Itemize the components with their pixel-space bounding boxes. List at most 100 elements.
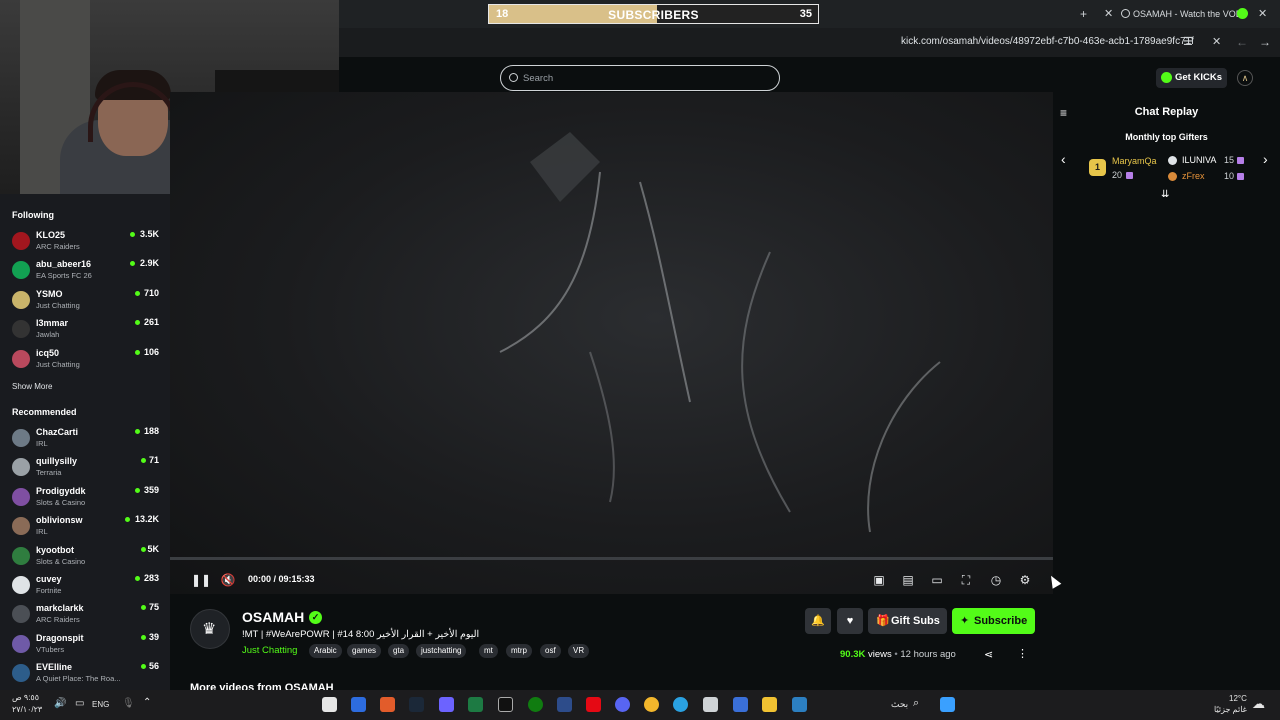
gifter-name[interactable]: ILUNIVA xyxy=(1182,155,1216,165)
taskbar-app-icon[interactable] xyxy=(557,697,572,712)
follow-heart-button[interactable]: ♥ xyxy=(837,608,863,634)
channel-category: Terraria xyxy=(36,468,62,478)
sidebar-channel-item[interactable]: Dragonspit VTubers 39 xyxy=(0,631,170,660)
clear-url-icon[interactable]: ✕ xyxy=(1212,35,1221,48)
volume-icon[interactable]: 🔊 xyxy=(54,698,66,709)
taskbar-app-icon[interactable] xyxy=(322,697,337,712)
sidebar-channel-item[interactable]: oblivionsw IRL 13.2K xyxy=(0,513,170,542)
star-icon: ✦ xyxy=(960,615,970,627)
close-tab-icon[interactable]: ✕ xyxy=(1104,7,1113,20)
channel-name: kyootbot xyxy=(36,544,74,555)
tag[interactable]: osf xyxy=(540,644,561,658)
network-icon[interactable]: ▭ xyxy=(75,698,84,709)
clip-icon[interactable]: ▤ xyxy=(900,572,916,588)
fullscreen-icon[interactable]: ⛶ xyxy=(958,572,974,588)
sidebar-channel-item[interactable]: KLO25 ARC Raiders 3.5K xyxy=(0,228,170,257)
share-icon[interactable]: ⋖ xyxy=(984,648,993,661)
get-kicks-button[interactable]: Get KICKs xyxy=(1156,68,1227,88)
channel-name: ChazCarti xyxy=(36,427,79,437)
new-tab-icon[interactable]: + xyxy=(1080,7,1087,21)
sidebar-channel-item[interactable]: abu_abeer16 EA Sports FC 26 2.9K xyxy=(0,257,170,286)
channel-category: Just Chatting xyxy=(36,359,80,369)
taskbar-search-icon[interactable]: ⌕ xyxy=(913,697,919,710)
sidebar-channel-item[interactable]: cuvey Fortnite 283 xyxy=(0,572,170,601)
taskbar-app-icon[interactable] xyxy=(498,697,513,712)
sidebar-channel-item[interactable]: icq50 Just Chatting 106 xyxy=(0,346,170,375)
notification-bell-button[interactable]: 🔔 xyxy=(805,608,831,634)
theater-mode-icon[interactable]: ▭ xyxy=(929,572,945,588)
netflix-icon[interactable] xyxy=(586,697,601,712)
channel-category: Slots & Casino xyxy=(36,497,86,507)
subscriber-goal: 35 xyxy=(799,8,812,20)
xbox-icon[interactable] xyxy=(528,697,543,712)
video-player[interactable] xyxy=(170,92,1053,594)
channel-name: cuvey xyxy=(36,574,62,584)
excel-icon[interactable] xyxy=(468,697,483,712)
taskbar-app-icon[interactable] xyxy=(380,697,395,712)
settings-gear-icon[interactable]: ⚙ xyxy=(1017,572,1033,588)
pause-icon[interactable]: ❚❚ xyxy=(191,572,211,588)
forward-arrow-icon[interactable]: → xyxy=(1259,35,1271,49)
gifter-name[interactable]: zFrex xyxy=(1182,171,1205,181)
taskbar-search-label[interactable]: بحث xyxy=(891,699,908,710)
tag[interactable]: Arabic xyxy=(309,644,342,658)
file-explorer-icon[interactable] xyxy=(762,697,777,712)
tag[interactable]: mtrp xyxy=(506,644,532,658)
search-input[interactable]: Search xyxy=(500,65,780,91)
sidebar-channel-item[interactable]: ChazCarti IRL 188 xyxy=(0,425,170,454)
taskbar-app-icon[interactable] xyxy=(792,697,807,712)
store-icon[interactable] xyxy=(703,697,718,712)
taskbar-app-icon[interactable] xyxy=(351,697,366,712)
viewer-count: 106 xyxy=(143,346,159,357)
reader-mode-icon[interactable]: ☰ xyxy=(1183,35,1193,48)
back-arrow-icon[interactable]: ← xyxy=(1236,35,1248,49)
mute-icon[interactable]: 🔇 xyxy=(220,572,236,588)
sidebar-channel-item[interactable]: EVElline A Quiet Place: The Roa... 56 xyxy=(0,660,170,689)
gifters-next-icon[interactable]: › xyxy=(1263,151,1268,167)
following-title: Following xyxy=(12,210,54,220)
playback-speed-icon[interactable]: ◷ xyxy=(988,572,1004,588)
tag[interactable]: games xyxy=(347,644,382,658)
close-window-icon[interactable]: ✕ xyxy=(1258,7,1267,20)
chat-replay-title: Chat Replay xyxy=(1134,106,1199,118)
steam-icon[interactable] xyxy=(409,697,424,712)
windows-start-icon[interactable] xyxy=(940,697,955,712)
tag[interactable]: justchatting xyxy=(416,644,467,658)
tag[interactable]: gta xyxy=(388,644,410,658)
sidebar-channel-item[interactable]: kyootbot Slots & Casino 5K xyxy=(0,543,170,572)
video-frame xyxy=(499,132,941,533)
sidebar-channel-item[interactable]: markclarkk ARC Raiders 75 xyxy=(0,601,170,630)
language-indicator[interactable]: ENG xyxy=(92,700,109,709)
channel-name[interactable]: OSAMAH xyxy=(242,609,304,625)
expand-gifters-icon[interactable]: ⇊ xyxy=(1161,189,1169,200)
more-options-icon[interactable]: ⋮ xyxy=(1017,647,1028,660)
video-progress-bar[interactable] xyxy=(170,557,1053,560)
tag[interactable]: VR xyxy=(568,644,590,658)
category-link[interactable]: Just Chatting xyxy=(242,645,297,656)
sidebar-channel-item[interactable]: YSMO Just Chatting 710 xyxy=(0,287,170,316)
live-dot-icon xyxy=(135,429,141,434)
channel-name: markclarkk xyxy=(36,603,84,614)
url-field[interactable]: kick.com/osamah/videos/48972ebf-c7b0-463… xyxy=(901,36,1194,47)
sidebar-channel-item[interactable]: quillysilly Terraria 71 xyxy=(0,454,170,483)
subscribe-button[interactable]: ✦ Subscribe xyxy=(952,608,1035,634)
gifters-prev-icon[interactable]: ‹ xyxy=(1061,151,1066,167)
show-more-link[interactable]: Show More xyxy=(12,382,52,391)
tray-expand-icon[interactable]: ⌃ xyxy=(143,697,151,708)
channel-avatar[interactable]: ♛ xyxy=(190,609,230,649)
chrome-icon[interactable] xyxy=(644,697,659,712)
browser-tab-title[interactable]: OSAMAH - Watch the VOD xyxy=(1133,9,1242,19)
gifter-name[interactable]: MaryamQa xyxy=(1112,156,1157,166)
weather-temp: 12°C xyxy=(1229,694,1247,703)
taskbar-app-icon[interactable] xyxy=(733,697,748,712)
tag[interactable]: mt xyxy=(479,644,498,658)
user-avatar[interactable]: ∧ xyxy=(1237,70,1253,86)
sidebar-channel-item[interactable]: l3mmar Jawlah 261 xyxy=(0,316,170,345)
gift-subs-button[interactable]: 🎁 Gift Subs xyxy=(868,608,947,634)
taskbar-app-icon[interactable] xyxy=(439,697,454,712)
discord-icon[interactable] xyxy=(615,697,630,712)
sidebar-channel-item[interactable]: Prodigyddk Slots & Casino 359 xyxy=(0,484,170,513)
telegram-icon[interactable] xyxy=(673,697,688,712)
miniplayer-icon[interactable]: ▣ xyxy=(871,572,887,588)
channel-name: abu_abeer16 xyxy=(36,259,92,270)
